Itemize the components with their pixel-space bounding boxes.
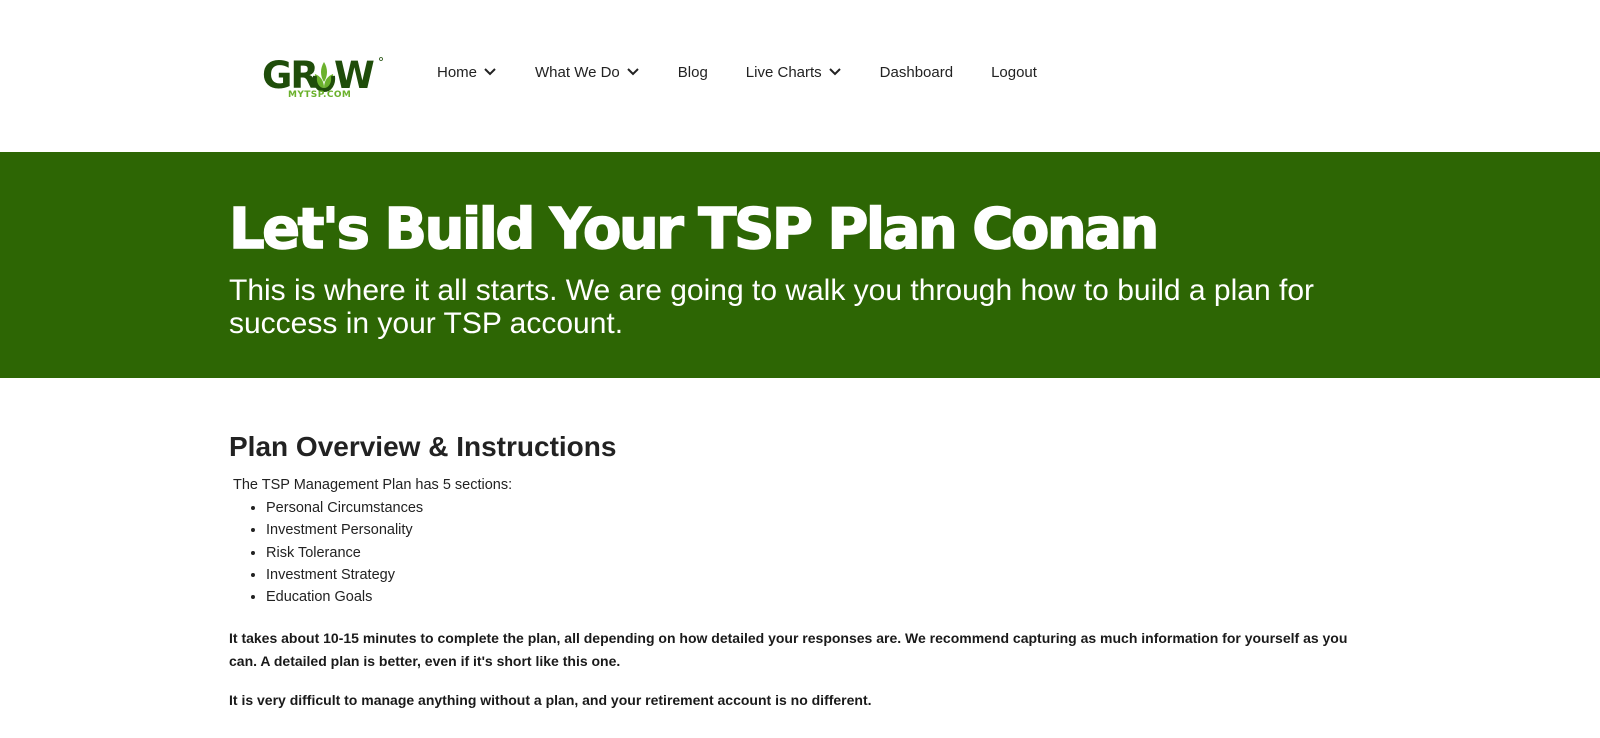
nav-item-live-charts[interactable]: Live Charts [746,64,842,81]
list-item: Risk Tolerance [266,542,1369,564]
svg-text:MYTSP.COM: MYTSP.COM [288,90,351,98]
list-item: Investment Personality [266,519,1369,541]
nav-item-what-we-do[interactable]: What We Do [535,64,640,81]
list-item: Investment Strategy [266,564,1369,586]
main-nav: Home What We Do Blog Live Charts Dashboa… [437,60,1037,84]
nav-item-home[interactable]: Home [437,64,497,81]
hero-banner: Let's Build Your TSP Plan Conan This is … [0,152,1600,378]
sprout-icon [312,62,336,93]
nav-item-what-we-do-label: What We Do [535,63,620,81]
chevron-down-icon [484,68,496,76]
nav-item-dashboard-label: Dashboard [879,63,954,81]
chevron-down-icon [828,68,841,76]
nav-item-home-label: Home [437,63,478,81]
nav-item-live-charts-label: Live Charts [745,63,822,81]
nav-item-blog[interactable]: Blog [678,64,708,81]
hero-subtitle: This is where it all starts. We are goin… [229,274,1314,340]
main-content: Plan Overview & Instructions The TSP Man… [229,430,1369,712]
hero-title: Let's Build Your TSP Plan Conan [228,197,1160,263]
list-item: Education Goals [266,586,1369,608]
plan-sections-list: Personal Circumstances Investment Person… [229,497,1369,608]
list-item: Personal Circumstances [266,497,1369,519]
nav-item-dashboard[interactable]: Dashboard [880,64,953,81]
nav-item-logout-label: Logout [991,63,1037,81]
nav-item-logout[interactable]: Logout [991,64,1037,81]
chevron-down-icon [627,68,639,76]
time-estimate-paragraph: It takes about 10-15 minutes to complete… [229,630,1348,670]
sections-intro: The TSP Management Plan has 5 sections: [233,477,513,493]
nav-item-blog-label: Blog [677,63,708,81]
site-header: GR W MYTSP.COM GR Home What We Do Blog L… [0,0,1600,152]
growmytsp-logo[interactable]: GR W MYTSP.COM [262,52,386,98]
plan-importance-paragraph: It is very difficult to manage anything … [229,692,872,709]
section-title: Plan Overview & Instructions [229,431,617,462]
